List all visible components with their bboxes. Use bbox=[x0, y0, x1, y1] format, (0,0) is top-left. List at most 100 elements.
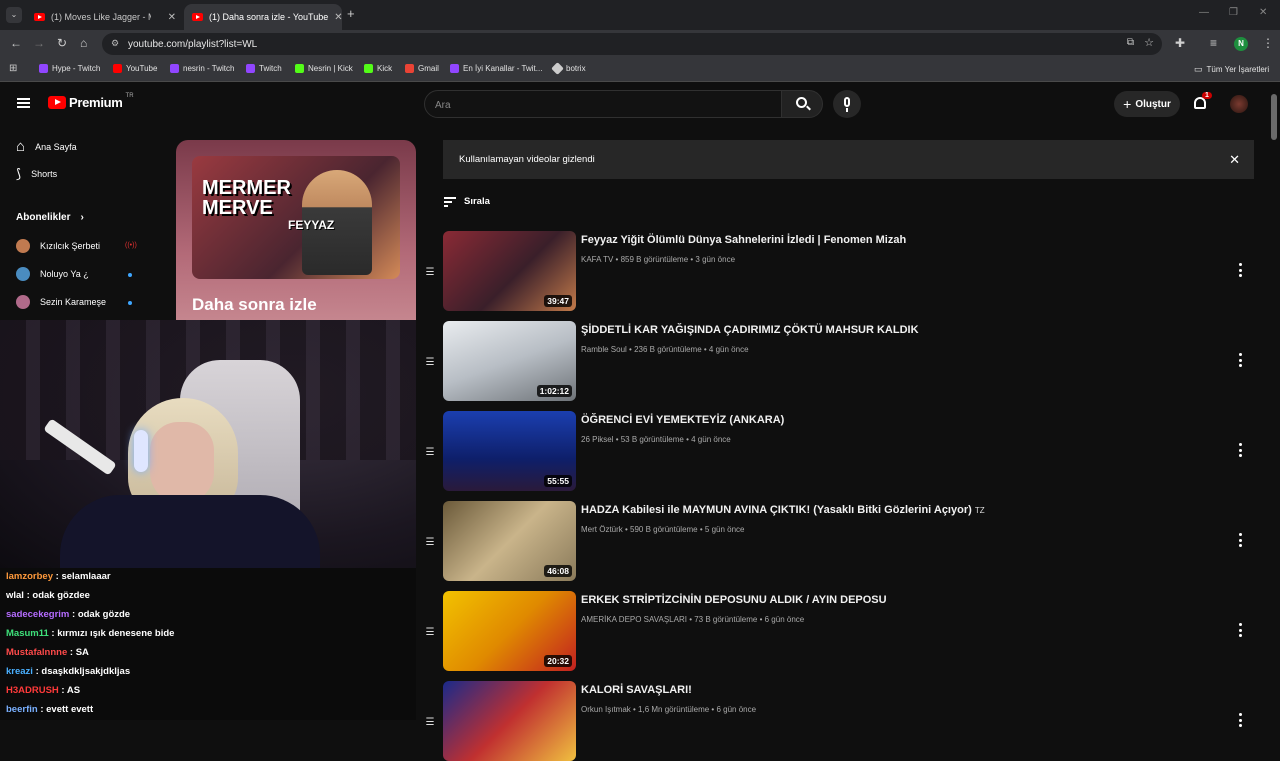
subscription-noluyo-ya[interactable]: Noluyo Ya ¿ bbox=[16, 267, 89, 281]
page-scrollbar[interactable] bbox=[1271, 94, 1277, 140]
search-input[interactable]: Ara bbox=[424, 90, 782, 118]
playlist-video-row[interactable]: ☰ 46:08 HADZA Kabilesi ile MAYMUN AVINA ÇI… bbox=[424, 501, 1254, 581]
media-control-icon[interactable]: ≡ bbox=[1210, 36, 1217, 50]
drag-handle-icon[interactable]: ☰ bbox=[424, 627, 436, 638]
video-thumbnail[interactable]: 55:55 bbox=[443, 411, 576, 491]
bookmark-botrix[interactable]: botrix bbox=[551, 62, 586, 75]
more-actions-icon[interactable] bbox=[1236, 713, 1244, 727]
back-icon[interactable]: ← bbox=[10, 36, 22, 50]
channel-name[interactable]: AMERİKA DEPO SAVAŞLARI bbox=[581, 615, 687, 624]
install-app-icon[interactable]: ⧉ bbox=[1127, 37, 1134, 48]
new-tab-button[interactable]: + bbox=[347, 6, 355, 21]
channel-avatar bbox=[16, 295, 30, 309]
video-thumbnail[interactable] bbox=[443, 681, 576, 761]
window-restore-icon[interactable]: ❐ bbox=[1229, 7, 1238, 18]
video-thumbnail[interactable]: 39:47 bbox=[443, 231, 576, 311]
close-banner-icon[interactable]: ✕ bbox=[1229, 152, 1240, 168]
forward-icon[interactable]: → bbox=[33, 36, 45, 50]
more-actions-icon[interactable] bbox=[1236, 443, 1244, 457]
playlist-video-row[interactable]: ☰ 39:47 Feyyaz Yiğit Ölümlü Dünya Sahneler… bbox=[424, 231, 1254, 311]
all-bookmarks[interactable]: ▭ Tüm Yer İşaretleri bbox=[1194, 64, 1269, 75]
extensions-icon[interactable]: ✚ bbox=[1175, 36, 1185, 50]
home-page-icon[interactable]: ⌂ bbox=[80, 36, 87, 50]
bookmark-gmail[interactable]: Gmail bbox=[405, 64, 439, 73]
channel-name[interactable]: KAFA TV bbox=[581, 255, 613, 264]
more-actions-icon[interactable] bbox=[1236, 263, 1244, 277]
chat-username[interactable]: lamzorbey bbox=[6, 571, 53, 582]
more-actions-icon[interactable] bbox=[1236, 533, 1244, 547]
channel-name[interactable]: 26 Piksel bbox=[581, 435, 613, 444]
chat-username[interactable]: beerfin bbox=[6, 704, 38, 715]
playlist-video-row[interactable]: ☰ 20:32 ERKEK STRİPTİZCİNİN DEPOSUNU ALDIK… bbox=[424, 591, 1254, 671]
chat-username[interactable]: sadecekegrim bbox=[6, 609, 69, 620]
window-minimize-icon[interactable]: — bbox=[1199, 7, 1209, 18]
chat-username[interactable]: kreazi bbox=[6, 666, 33, 677]
playlist-cover-thumbnail[interactable]: MERMER MERVE FEYYAZ bbox=[192, 156, 400, 279]
video-title[interactable]: Feyyaz Yiğit Ölümlü Dünya Sahnelerini İz… bbox=[581, 234, 906, 246]
window-close-icon[interactable]: ✕ bbox=[1259, 7, 1267, 18]
more-actions-icon[interactable] bbox=[1236, 353, 1244, 367]
bookmark-kick[interactable]: Kick bbox=[364, 64, 392, 73]
video-thumbnail[interactable]: 46:08 bbox=[443, 501, 576, 581]
tab-daha-sonra-izle[interactable]: (1) Daha sonra izle - YouTube ✕ bbox=[184, 4, 343, 30]
channel-avatar bbox=[16, 239, 30, 253]
apps-grid-icon[interactable]: ⊞ bbox=[9, 63, 17, 74]
home-icon: ⌂ bbox=[16, 138, 26, 155]
create-button[interactable]: + Oluştur bbox=[1114, 91, 1180, 117]
subscription-kizilcik-serbeti[interactable]: Kızılcık Şerbeti bbox=[16, 239, 100, 253]
tab-search-button[interactable]: ⌄ bbox=[6, 7, 22, 23]
chat-separator: : bbox=[69, 609, 78, 620]
subscription-sezin-karamese[interactable]: Sezin Karameşe bbox=[16, 295, 106, 309]
search-button[interactable] bbox=[781, 90, 823, 118]
drag-handle-icon[interactable]: ☰ bbox=[424, 447, 436, 458]
profile-avatar[interactable]: N bbox=[1234, 37, 1248, 51]
drag-handle-icon[interactable]: ☰ bbox=[424, 717, 436, 728]
bookmark-nesrin-twitch[interactable]: nesrin - Twitch bbox=[170, 64, 234, 73]
video-title[interactable]: HADZA Kabilesi ile MAYMUN AVINA ÇIKTIK! … bbox=[581, 504, 985, 516]
url-field[interactable]: ⚙ youtube.com/playlist?list=WL ⧉ ☆ bbox=[102, 33, 1162, 55]
video-thumbnail[interactable]: 1:02:12 bbox=[443, 321, 576, 401]
video-title[interactable]: ÖĞRENCİ EVİ YEMEKTEYİZ (ANKARA) bbox=[581, 414, 784, 426]
chat-username[interactable]: Masum11 bbox=[6, 628, 49, 639]
bookmark-en-iyi-kanallar[interactable]: En İyi Kanallar - Twit... bbox=[450, 64, 542, 73]
more-actions-icon[interactable] bbox=[1236, 623, 1244, 637]
chat-username[interactable]: H3ADRUSH bbox=[6, 685, 59, 696]
drag-handle-icon[interactable]: ☰ bbox=[424, 357, 436, 368]
channel-name[interactable]: Ramble Soul bbox=[581, 345, 627, 354]
site-info-icon[interactable]: ⚙ bbox=[111, 38, 119, 49]
chat-username[interactable]: Mustafalnnne bbox=[6, 647, 67, 658]
bookmark-hype-twitch[interactable]: Hype - Twitch bbox=[39, 64, 100, 73]
close-tab-icon[interactable]: ✕ bbox=[168, 12, 176, 23]
playlist-video-row[interactable]: ☰ 55:55 ÖĞRENCİ EVİ YEMEKTEYİZ (ANKARA) 26 … bbox=[424, 411, 1254, 491]
notifications-button[interactable]: 1 bbox=[1193, 92, 1212, 113]
sidebar-item-shorts[interactable]: ⟆ Shorts bbox=[16, 166, 57, 182]
video-thumbnail[interactable]: 20:32 bbox=[443, 591, 576, 671]
video-title[interactable]: ŞİDDETLİ KAR YAĞIŞINDA ÇADIRIMIZ ÇÖKTÜ M… bbox=[581, 324, 919, 336]
account-avatar[interactable] bbox=[1230, 95, 1248, 113]
video-title[interactable]: ERKEK STRİPTİZCİNİN DEPOSUNU ALDIK / AYI… bbox=[581, 594, 887, 606]
bookmark-youtube[interactable]: YouTube bbox=[113, 64, 157, 73]
subscriptions-header[interactable]: Abonelikler › bbox=[16, 212, 84, 223]
bookmark-twitch[interactable]: Twitch bbox=[246, 64, 282, 73]
channel-name[interactable]: Mert Öztürk bbox=[581, 525, 623, 534]
video-duration: 55:55 bbox=[544, 475, 572, 487]
bookmark-star-icon[interactable]: ☆ bbox=[1144, 36, 1154, 49]
tab-moves-like-jagger[interactable]: (1) Moves Like Jagger - Maroon ✕ bbox=[26, 4, 184, 30]
sort-button[interactable]: Sırala bbox=[444, 196, 490, 207]
chat-username[interactable]: wlal bbox=[6, 590, 24, 601]
video-title[interactable]: KALORİ SAVAŞLARI! bbox=[581, 684, 692, 696]
playlist-video-row[interactable]: ☰ 1:02:12 ŞİDDETLİ KAR YAĞIŞINDA ÇADIRIMIZ… bbox=[424, 321, 1254, 401]
bookmark-nesrin-kick[interactable]: Nesrin | Kick bbox=[295, 64, 353, 73]
close-tab-icon[interactable]: ✕ bbox=[334, 12, 342, 23]
drag-handle-icon[interactable]: ☰ bbox=[424, 537, 436, 548]
channel-name[interactable]: Orkun Işıtmak bbox=[581, 705, 631, 714]
youtube-premium-logo[interactable]: Premium TR bbox=[48, 93, 134, 110]
voice-search-button[interactable] bbox=[833, 90, 861, 118]
drag-handle-icon[interactable]: ☰ bbox=[424, 267, 436, 278]
reload-icon[interactable]: ↻ bbox=[57, 36, 67, 50]
browser-menu-icon[interactable]: ⋮ bbox=[1262, 36, 1274, 50]
hamburger-menu-icon[interactable] bbox=[17, 98, 30, 108]
chat-message: H3ADRUSH : AS bbox=[6, 685, 80, 696]
playlist-video-row[interactable]: ☰ KALORİ SAVAŞLARI! Orkun Işıtmak • 1,6 Mn… bbox=[424, 681, 1254, 761]
sidebar-item-home[interactable]: ⌂ Ana Sayfa bbox=[16, 138, 77, 155]
